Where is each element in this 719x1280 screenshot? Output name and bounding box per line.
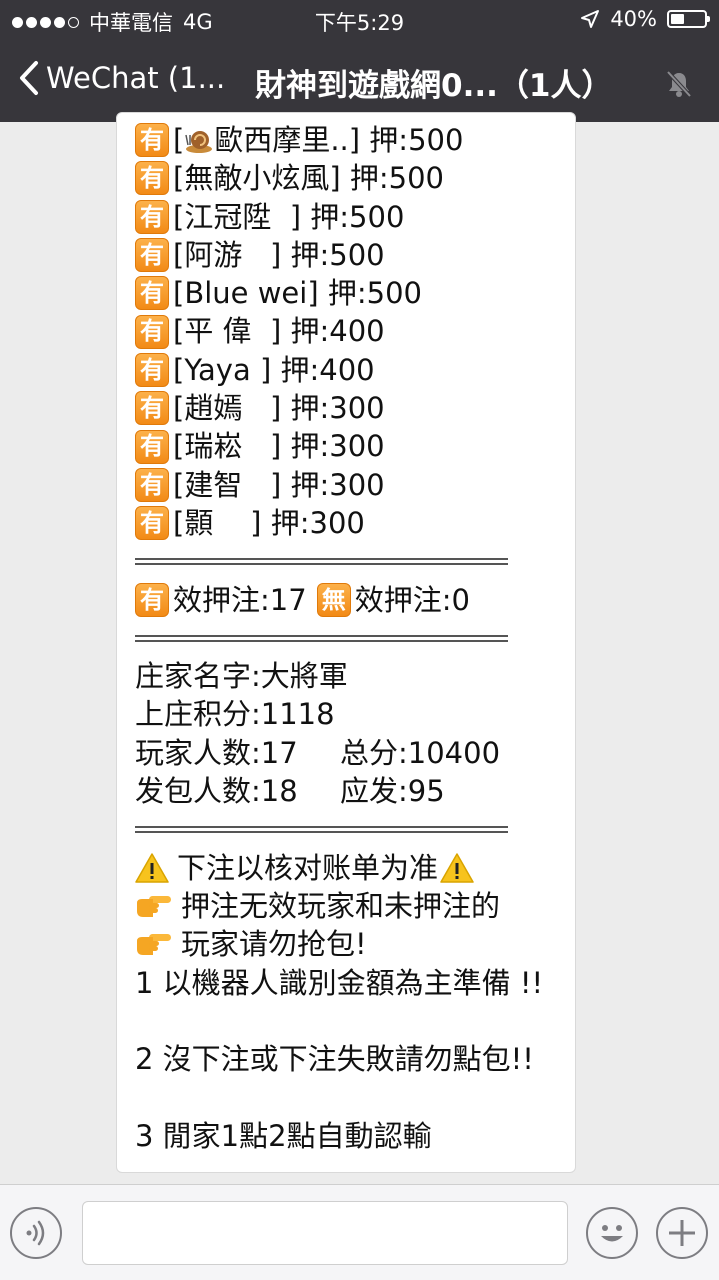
plus-icon	[669, 1220, 695, 1246]
snail-icon	[185, 131, 213, 154]
voice-icon	[26, 1220, 45, 1246]
valid-badge: 有	[135, 199, 169, 234]
bell-muted-icon	[666, 70, 692, 98]
bet-row: 有 [無敵小炫風] 押:500	[135, 159, 543, 197]
valid-summary: 有效押注:17 無效押注:0	[135, 581, 543, 619]
status-bar: 中華電信 4G 下午5:29 40%	[0, 0, 719, 40]
message-content: 有[歐西摩里..] 押:500 有 [無敵小炫風] 押:500 有 [江冠陞 ] 押…	[135, 121, 543, 1155]
bet-row: 有 [阿游 ] 押:500	[135, 236, 543, 274]
valid-badge: 有	[135, 391, 169, 426]
emoji-button[interactable]	[586, 1207, 638, 1259]
packets-row: 发包人数:18 应发:95	[135, 774, 445, 809]
location-arrow-icon	[581, 10, 600, 28]
bet-row: 有 [瑞崧 ] 押:300	[135, 427, 543, 465]
players-row: 玩家人数:17 总分:10400	[135, 735, 501, 770]
chat-title: 財神到遊戲網0...（1人）	[255, 68, 613, 104]
bet-row: 有[歐西摩里..] 押:500	[135, 121, 543, 159]
valid-badge: 有	[135, 582, 169, 617]
bet-row: 有 [Blue wei] 押:500	[135, 274, 543, 312]
notice-line: 玩家请勿抢包!	[135, 925, 543, 963]
divider	[135, 810, 543, 848]
chevron-left-icon	[20, 61, 38, 95]
status-right: 40%	[580, 7, 710, 31]
divider	[135, 619, 543, 657]
valid-badge: 有	[135, 161, 169, 196]
divider	[135, 542, 543, 580]
notice-line: 押注无效玩家和未押注的	[135, 887, 543, 925]
pointing-hand-icon	[137, 896, 171, 918]
pointing-hand-icon	[137, 934, 171, 956]
valid-badge: 有	[135, 467, 169, 502]
valid-badge: 有	[135, 314, 169, 349]
banker-name: 庄家名字:大將軍	[135, 659, 348, 694]
back-button[interactable]: WeChat (1...	[18, 60, 225, 96]
rule-line: 1 以機器人識別金額為主準備 !!	[135, 965, 544, 1000]
bet-row: 有 [平 偉 ] 押:400	[135, 312, 543, 350]
battery-percent: 40%	[610, 7, 657, 31]
emoji-icon	[601, 1225, 623, 1242]
notice-title: 下注以核对账单为准	[135, 849, 543, 887]
valid-badge: 有	[135, 276, 169, 311]
valid-badge: 有	[135, 123, 169, 158]
valid-badge: 有	[135, 238, 169, 273]
battery-icon	[667, 10, 710, 28]
message-input[interactable]	[82, 1201, 568, 1265]
invalid-badge: 無	[316, 582, 351, 617]
message-bubble[interactable]: 有[歐西摩里..] 押:500 有 [無敵小炫風] 押:500 有 [江冠陞 ] 押…	[116, 112, 576, 1173]
warning-icon	[440, 853, 474, 883]
bet-row: 有 [建智 ] 押:300	[135, 466, 543, 504]
nav-bar: WeChat (1... 財神到遊戲網0...（1人）	[0, 40, 719, 122]
bet-row: 有 [江冠陞 ] 押:500	[135, 198, 543, 236]
rule-line: 3 閒家1點2點自動認輸	[135, 1118, 432, 1153]
valid-badge: 有	[135, 506, 169, 541]
bet-row: 有 [趙嫣 ] 押:300	[135, 389, 543, 427]
top-bar: 中華電信 4G 下午5:29 40% WeChat (1... 財神到遊戲網0.…	[0, 0, 719, 122]
plus-button[interactable]	[656, 1207, 708, 1259]
bet-row: 有 [Yaya ] 押:400	[135, 351, 543, 389]
banker-points: 上庄积分:1118	[135, 697, 335, 732]
input-bar	[0, 1184, 719, 1280]
rule-line: 2 沒下注或下注失敗請勿點包!!	[135, 1042, 534, 1077]
voice-button[interactable]	[10, 1207, 62, 1259]
battery-fill	[671, 14, 684, 24]
valid-badge: 有	[135, 429, 169, 464]
warning-icon	[135, 853, 169, 883]
bet-row: 有 [顥 ] 押:300	[135, 504, 543, 542]
back-label: WeChat (1...	[46, 61, 226, 95]
valid-badge: 有	[135, 352, 169, 387]
